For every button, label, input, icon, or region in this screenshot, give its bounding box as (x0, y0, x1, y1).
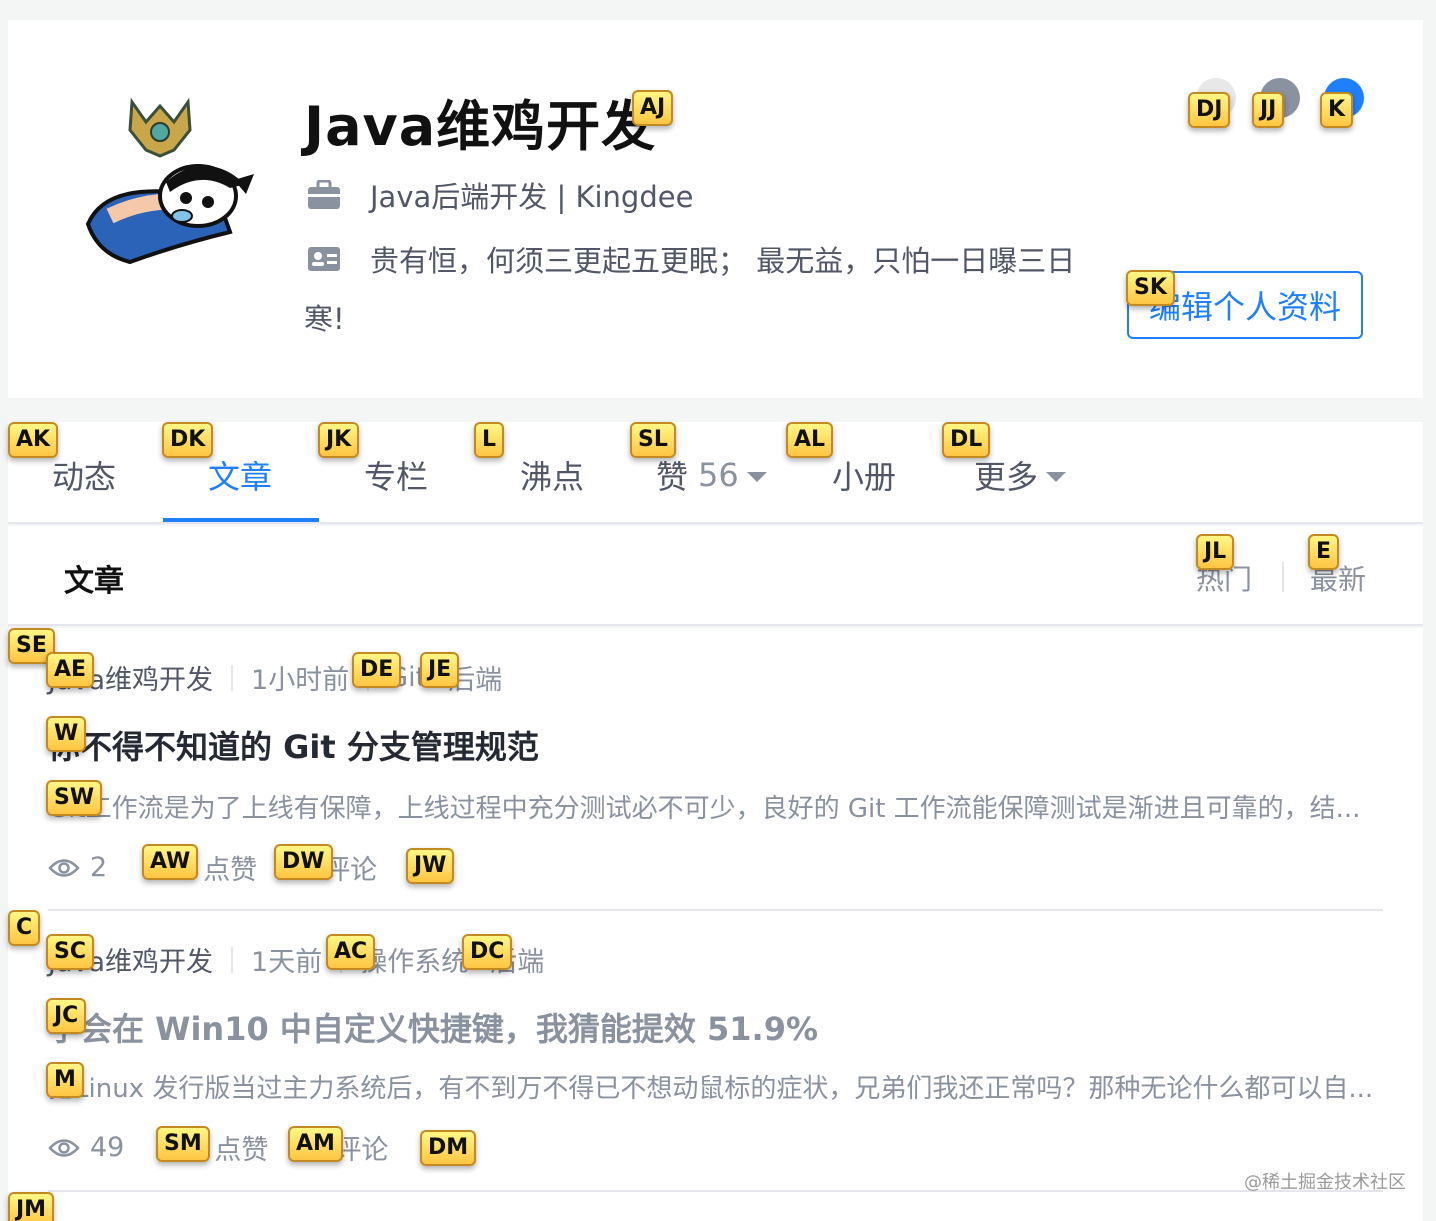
tab-columns[interactable]: 专栏 (364, 452, 428, 498)
like-button[interactable]: 点赞 (214, 1128, 268, 1167)
profile-tabs: 动态 文章 专栏 沸点 赞 56 小册 更多 AK DK JK L SL AL D… (8, 422, 1423, 524)
hint-label[interactable]: JM (8, 1192, 55, 1221)
article-actions: 2 点赞 评论 (48, 848, 463, 887)
post-time: 1天前 (251, 947, 323, 978)
articles-header: 文章 热门 最新 JL E (8, 526, 1423, 626)
list-item[interactable]: Java维鸡开发 1小时前 Git 后端 你不得不知道的 Git 分支管理规范 … (48, 658, 1383, 898)
hint-label[interactable]: W (46, 716, 87, 752)
hint-label[interactable]: DJ (1188, 92, 1231, 128)
user-name: Java维鸡开发 (304, 95, 657, 158)
hint-label[interactable]: JK (318, 422, 360, 458)
hint-label[interactable]: AJ (632, 90, 674, 126)
article-title[interactable]: 学会在 Win10 中自定义快捷键，我猜能提效 51.9% (48, 1004, 818, 1050)
article-abstract[interactable]: Git工作流是为了上线有保障，上线过程中充分测试必不可少，良好的 Git 工作流… (48, 788, 1383, 825)
tab-more[interactable]: 更多 (974, 452, 1067, 498)
meta-divider (231, 946, 234, 973)
list-divider (48, 909, 1383, 911)
hint-label[interactable]: JC (46, 998, 87, 1034)
hint-label[interactable]: DL (942, 422, 991, 458)
watermark: @稀土掘金技术社区 (1244, 1172, 1406, 1193)
hint-label[interactable]: AW (142, 844, 199, 880)
tab-booklets[interactable]: 小册 (832, 452, 896, 498)
view-count: 2 (48, 852, 107, 883)
eye-icon (48, 1138, 80, 1157)
hint-label[interactable]: JL (1196, 534, 1235, 570)
article-title[interactable]: 你不得不知道的 Git 分支管理规范 (48, 722, 539, 768)
tab-likes[interactable]: 赞 56 (656, 452, 767, 498)
article-list: Java维鸡开发 1小时前 Git 后端 你不得不知道的 Git 分支管理规范 … (8, 628, 1423, 1221)
profile-card: Java维鸡开发 AJ Java后端开发 | Kingdee 贵有恒，何须三更起… (8, 20, 1423, 398)
section-title: 文章 (64, 564, 124, 599)
briefcase-icon (304, 175, 344, 215)
hint-label[interactable]: L (474, 422, 505, 458)
active-tab-indicator (163, 518, 319, 522)
job-row: Java后端开发 | Kingdee (304, 174, 693, 216)
hint-label[interactable]: JE (420, 652, 460, 688)
hint-label[interactable]: JJ (1252, 92, 1285, 128)
hint-label[interactable]: AM (288, 1126, 343, 1162)
view-count: 49 (48, 1132, 124, 1163)
hint-label[interactable]: SW (46, 780, 103, 816)
hint-label[interactable]: DW (274, 844, 333, 880)
job-text: Java后端开发 | Kingdee (370, 180, 694, 214)
id-card-icon (304, 239, 344, 279)
article-tag[interactable]: 操作系统 (360, 940, 468, 979)
bio-text: 贵有恒，何须三更起五更眠； 最无益，只怕一日曝三日 (370, 244, 1076, 278)
hint-label[interactable]: SK (1126, 270, 1175, 306)
avatar[interactable] (70, 96, 256, 276)
hint-label[interactable]: AK (8, 422, 59, 458)
chevron-down-icon (1046, 472, 1067, 482)
post-time: 1小时前 (251, 665, 350, 696)
list-item[interactable]: Java维鸡开发 1天前 操作系统 后端 学会在 Win10 中自定义快捷键，我… (48, 940, 1383, 1180)
hint-label[interactable]: K (1320, 92, 1354, 128)
hint-label[interactable]: AE (46, 652, 95, 688)
article-abstract[interactable]: 把Linux 发行版当过主力系统后，有不到万不得已不想动鼠标的症状，兄弟们我还正… (48, 1068, 1383, 1105)
hint-label[interactable]: JW (406, 848, 455, 884)
bio-text-cont: 寒! (304, 302, 345, 336)
hint-label[interactable]: SL (630, 422, 676, 458)
hint-label[interactable]: AL (786, 422, 834, 458)
tab-articles[interactable]: 文章 (208, 452, 272, 498)
hint-label[interactable]: E (1308, 534, 1340, 570)
hint-label[interactable]: SM (156, 1126, 210, 1162)
list-divider (48, 1190, 1383, 1192)
chevron-down-icon (746, 472, 767, 482)
article-actions: 49 点赞 评论 (48, 1128, 474, 1167)
meta-divider (231, 664, 234, 691)
eye-icon (48, 858, 80, 877)
hint-label[interactable]: SC (46, 934, 94, 970)
hint-label[interactable]: C (8, 910, 41, 946)
like-button[interactable]: 点赞 (203, 848, 257, 887)
hint-label[interactable]: DM (420, 1130, 477, 1166)
hint-label[interactable]: DE (352, 652, 402, 688)
avatar-image (85, 97, 254, 265)
bio-row: 贵有恒，何须三更起五更眠； 最无益，只怕一日曝三日 (304, 238, 1075, 280)
hint-label[interactable]: M (46, 1062, 84, 1098)
hint-label[interactable]: DK (162, 422, 214, 458)
tab-pins[interactable]: 沸点 (520, 452, 584, 498)
tab-activity[interactable]: 动态 (52, 452, 116, 498)
sort-divider (1282, 562, 1284, 592)
hint-label[interactable]: AC (326, 934, 376, 970)
hint-label[interactable]: DC (462, 934, 513, 970)
